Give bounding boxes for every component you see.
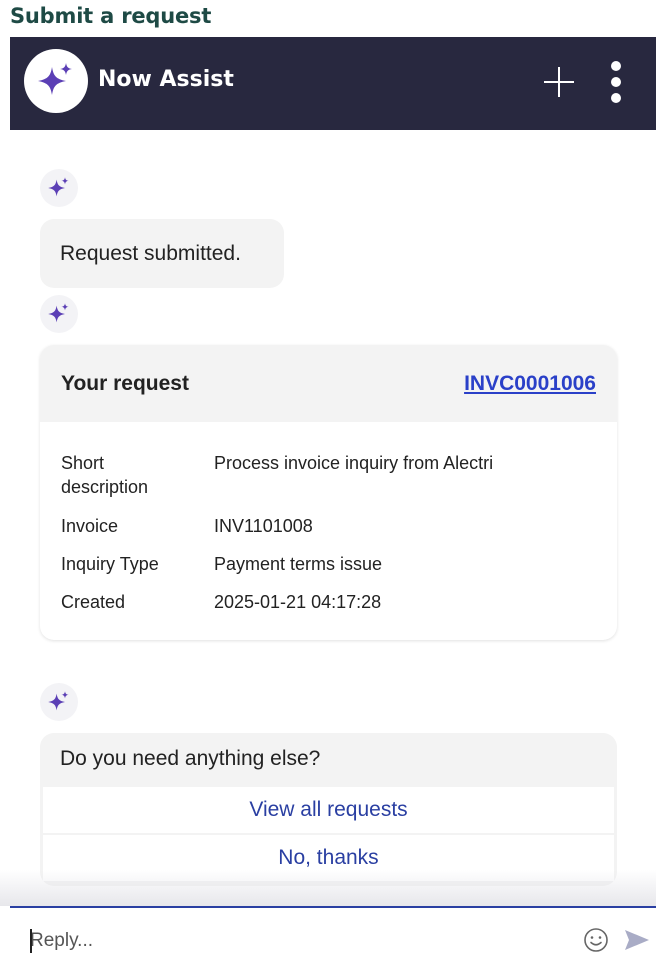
field-value: INV1101008	[214, 516, 313, 536]
field-label: Created	[61, 592, 126, 612]
reply-composer	[10, 906, 656, 971]
sparkle-icon	[38, 63, 72, 95]
field-value: Payment terms issue	[214, 554, 383, 574]
chat-page: Submit a request Now Assist Request subm…	[0, 0, 656, 971]
sparkle-icon	[48, 303, 69, 323]
assistant-avatar	[40, 169, 78, 207]
followup-question: Do you need anything else?	[60, 747, 321, 770]
page-title: Submit a request	[10, 4, 212, 28]
emoji-button[interactable]	[583, 927, 609, 953]
assistant-avatar	[40, 295, 78, 333]
field-label: Short description	[61, 453, 149, 497]
more-vertical-icon	[611, 61, 621, 103]
request-card: Your request INVC0001006 Short descripti…	[40, 345, 617, 640]
plus-icon	[544, 67, 574, 97]
status-message: Request submitted.	[40, 219, 284, 288]
followup-message: Do you need anything else? View all requ…	[40, 733, 617, 886]
status-message-text: Request submitted.	[60, 241, 241, 265]
assistant-logo	[24, 49, 88, 113]
smiley-icon	[584, 928, 608, 952]
more-options-button[interactable]	[604, 59, 628, 105]
sparkle-icon	[48, 177, 69, 197]
request-number-link[interactable]: INVC0001006	[464, 372, 596, 396]
field-value: 2025-01-21 04:17:28	[214, 592, 382, 612]
request-card-title: Your request	[61, 372, 189, 395]
reply-input[interactable]	[30, 926, 550, 956]
view-all-requests-button[interactable]: View all requests	[43, 787, 614, 833]
field-label: Invoice	[61, 516, 119, 536]
request-card-header: Your request INVC0001006	[40, 345, 617, 422]
scroll-fade	[0, 870, 656, 906]
send-button[interactable]	[623, 927, 651, 953]
text-cursor	[30, 929, 32, 953]
field-label: Inquiry Type	[61, 554, 159, 574]
header-title: Now Assist	[98, 67, 234, 92]
chat-header: Now Assist	[10, 37, 656, 130]
assistant-avatar	[40, 683, 78, 721]
sparkle-icon	[48, 691, 69, 711]
field-value: Process invoice inquiry from Alectri	[214, 453, 494, 473]
send-icon	[625, 930, 649, 950]
new-chat-button[interactable]	[541, 64, 577, 100]
